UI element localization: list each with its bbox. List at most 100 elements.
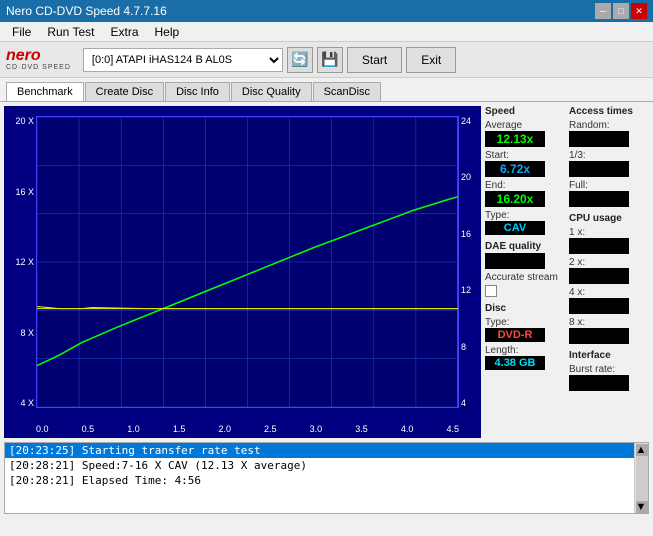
yaxis-right-12: 12: [461, 285, 479, 295]
dae-section: DAE quality Accurate stream: [485, 241, 565, 297]
save-button[interactable]: 💾: [317, 47, 343, 73]
cpu-1x-value: [569, 238, 629, 254]
nero-logo: nero CD·DVD SPEED: [6, 48, 71, 71]
cpu-section: CPU usage 1 x: 2 x: 4 x: 8 x:: [569, 213, 649, 344]
log-content: [20:23:25] Starting transfer rate test […: [5, 443, 648, 513]
app-title: Nero CD-DVD Speed 4.7.7.16: [6, 4, 167, 18]
full-value: [569, 191, 629, 207]
disc-type-label: Type:: [485, 317, 565, 328]
yaxis-right-8: 8: [461, 342, 479, 352]
burst-value: [569, 375, 629, 391]
yaxis-right-4: 4: [461, 398, 479, 408]
titlebar: Nero CD-DVD Speed 4.7.7.16 ─ □ ✕: [0, 0, 653, 22]
log-list: [20:23:25] Starting transfer rate test […: [5, 443, 634, 513]
refresh-button[interactable]: 🔄: [287, 47, 313, 73]
cpu-8x-label: 8 x:: [569, 317, 649, 328]
disc-section: Disc Type: DVD-R Length: 4.38 GB: [485, 303, 565, 370]
start-button[interactable]: Start: [347, 47, 402, 73]
disc-title: Disc: [485, 303, 565, 314]
xaxis-3.5: 3.5: [355, 424, 368, 434]
exit-button[interactable]: Exit: [406, 47, 456, 73]
log-entry-2[interactable]: [20:28:21] Elapsed Time: 4:56: [5, 473, 634, 488]
logo-area: nero CD·DVD SPEED: [6, 48, 71, 71]
titlebar-title: Nero CD-DVD Speed 4.7.7.16: [6, 4, 167, 18]
rp-left-col: Speed Average 12.13x Start: 6.72x End: 1…: [485, 106, 565, 391]
nero-product: CD·DVD SPEED: [6, 64, 71, 71]
cpu-2x-value: [569, 268, 629, 284]
chart-svg: [37, 117, 458, 407]
cpu-1x-label: 1 x:: [569, 227, 649, 238]
dae-value: [485, 253, 545, 269]
accurate-checkbox-area: [485, 285, 565, 297]
tabs: Benchmark Create Disc Disc Info Disc Qua…: [0, 78, 653, 102]
tab-disc-info[interactable]: Disc Info: [165, 82, 230, 101]
xaxis-0.0: 0.0: [36, 424, 49, 434]
main-content: 20 X 16 X 12 X 8 X 4 X: [0, 102, 653, 442]
speed-title: Speed: [485, 106, 565, 117]
scroll-up-button[interactable]: ▲: [636, 444, 648, 456]
yaxis-right-16: 16: [461, 229, 479, 239]
disc-length-value: 4.38 GB: [485, 356, 545, 370]
third-value: [569, 161, 629, 177]
rp-right-col: Access times Random: 1/3: Full: CPU usag…: [569, 106, 649, 391]
end-label: End:: [485, 180, 565, 191]
cpu-2x-label: 2 x:: [569, 257, 649, 268]
full-label: Full:: [569, 180, 649, 191]
menu-extra[interactable]: Extra: [102, 23, 146, 41]
interface-section: Interface Burst rate:: [569, 350, 649, 391]
xaxis-4.0: 4.0: [401, 424, 414, 434]
tab-disc-quality[interactable]: Disc Quality: [231, 82, 312, 101]
yaxis-right: 24 20 16 12 8 4: [461, 116, 479, 408]
log-entry-0[interactable]: [20:23:25] Starting transfer rate test: [5, 443, 634, 458]
xaxis-3.0: 3.0: [310, 424, 323, 434]
tab-benchmark[interactable]: Benchmark: [6, 82, 84, 101]
menu-help[interactable]: Help: [147, 23, 188, 41]
xaxis-1.5: 1.5: [173, 424, 186, 434]
dae-title: DAE quality: [485, 241, 565, 252]
end-value: 16.20x: [485, 191, 545, 207]
random-label: Random:: [569, 120, 649, 131]
tab-scan-disc[interactable]: ScanDisc: [313, 82, 381, 101]
toolbar: nero CD·DVD SPEED [0:0] ATAPI iHAS124 B …: [0, 42, 653, 78]
yaxis-left-20: 20 X: [6, 116, 34, 126]
type-label: Type:: [485, 210, 565, 221]
start-label: Start:: [485, 150, 565, 161]
drive-select[interactable]: [0:0] ATAPI iHAS124 B AL0S: [83, 48, 283, 72]
close-button[interactable]: ✕: [631, 3, 647, 19]
log-scrollbar[interactable]: ▲ ▼: [634, 443, 648, 513]
cpu-4x-label: 4 x:: [569, 287, 649, 298]
menu-run-test[interactable]: Run Test: [39, 23, 102, 41]
menu-file[interactable]: File: [4, 23, 39, 41]
log-area: [20:23:25] Starting transfer rate test […: [4, 442, 649, 514]
disc-length-label: Length:: [485, 345, 565, 356]
yaxis-left-4: 4 X: [6, 398, 34, 408]
yaxis-left: 20 X 16 X 12 X 8 X 4 X: [6, 116, 34, 408]
type-value: CAV: [485, 221, 545, 235]
log-entry-1[interactable]: [20:28:21] Speed:7-16 X CAV (12.13 X ave…: [5, 458, 634, 473]
tab-create-disc[interactable]: Create Disc: [85, 82, 164, 101]
scroll-down-button[interactable]: ▼: [636, 501, 648, 513]
maximize-button[interactable]: □: [613, 3, 629, 19]
xaxis-2.0: 2.0: [218, 424, 231, 434]
rp-columns: Speed Average 12.13x Start: 6.72x End: 1…: [485, 106, 649, 391]
disc-type-value: DVD-R: [485, 328, 545, 342]
xaxis-2.5: 2.5: [264, 424, 277, 434]
xaxis-4.5: 4.5: [446, 424, 459, 434]
avg-value: 12.13x: [485, 131, 545, 147]
accurate-checkbox[interactable]: [485, 285, 497, 297]
access-title: Access times: [569, 106, 649, 117]
menubar: File Run Test Extra Help: [0, 22, 653, 42]
cpu-4x-value: [569, 298, 629, 314]
interface-title: Interface: [569, 350, 649, 361]
random-value: [569, 131, 629, 147]
avg-label: Average: [485, 120, 565, 131]
yaxis-left-12: 12 X: [6, 257, 34, 267]
minimize-button[interactable]: ─: [595, 3, 611, 19]
cpu-8x-value: [569, 328, 629, 344]
third-label: 1/3:: [569, 150, 649, 161]
yaxis-left-8: 8 X: [6, 328, 34, 338]
nero-brand: nero: [6, 48, 71, 64]
xaxis-1.0: 1.0: [127, 424, 140, 434]
chart-area: 20 X 16 X 12 X 8 X 4 X: [4, 106, 481, 438]
burst-label: Burst rate:: [569, 364, 649, 375]
